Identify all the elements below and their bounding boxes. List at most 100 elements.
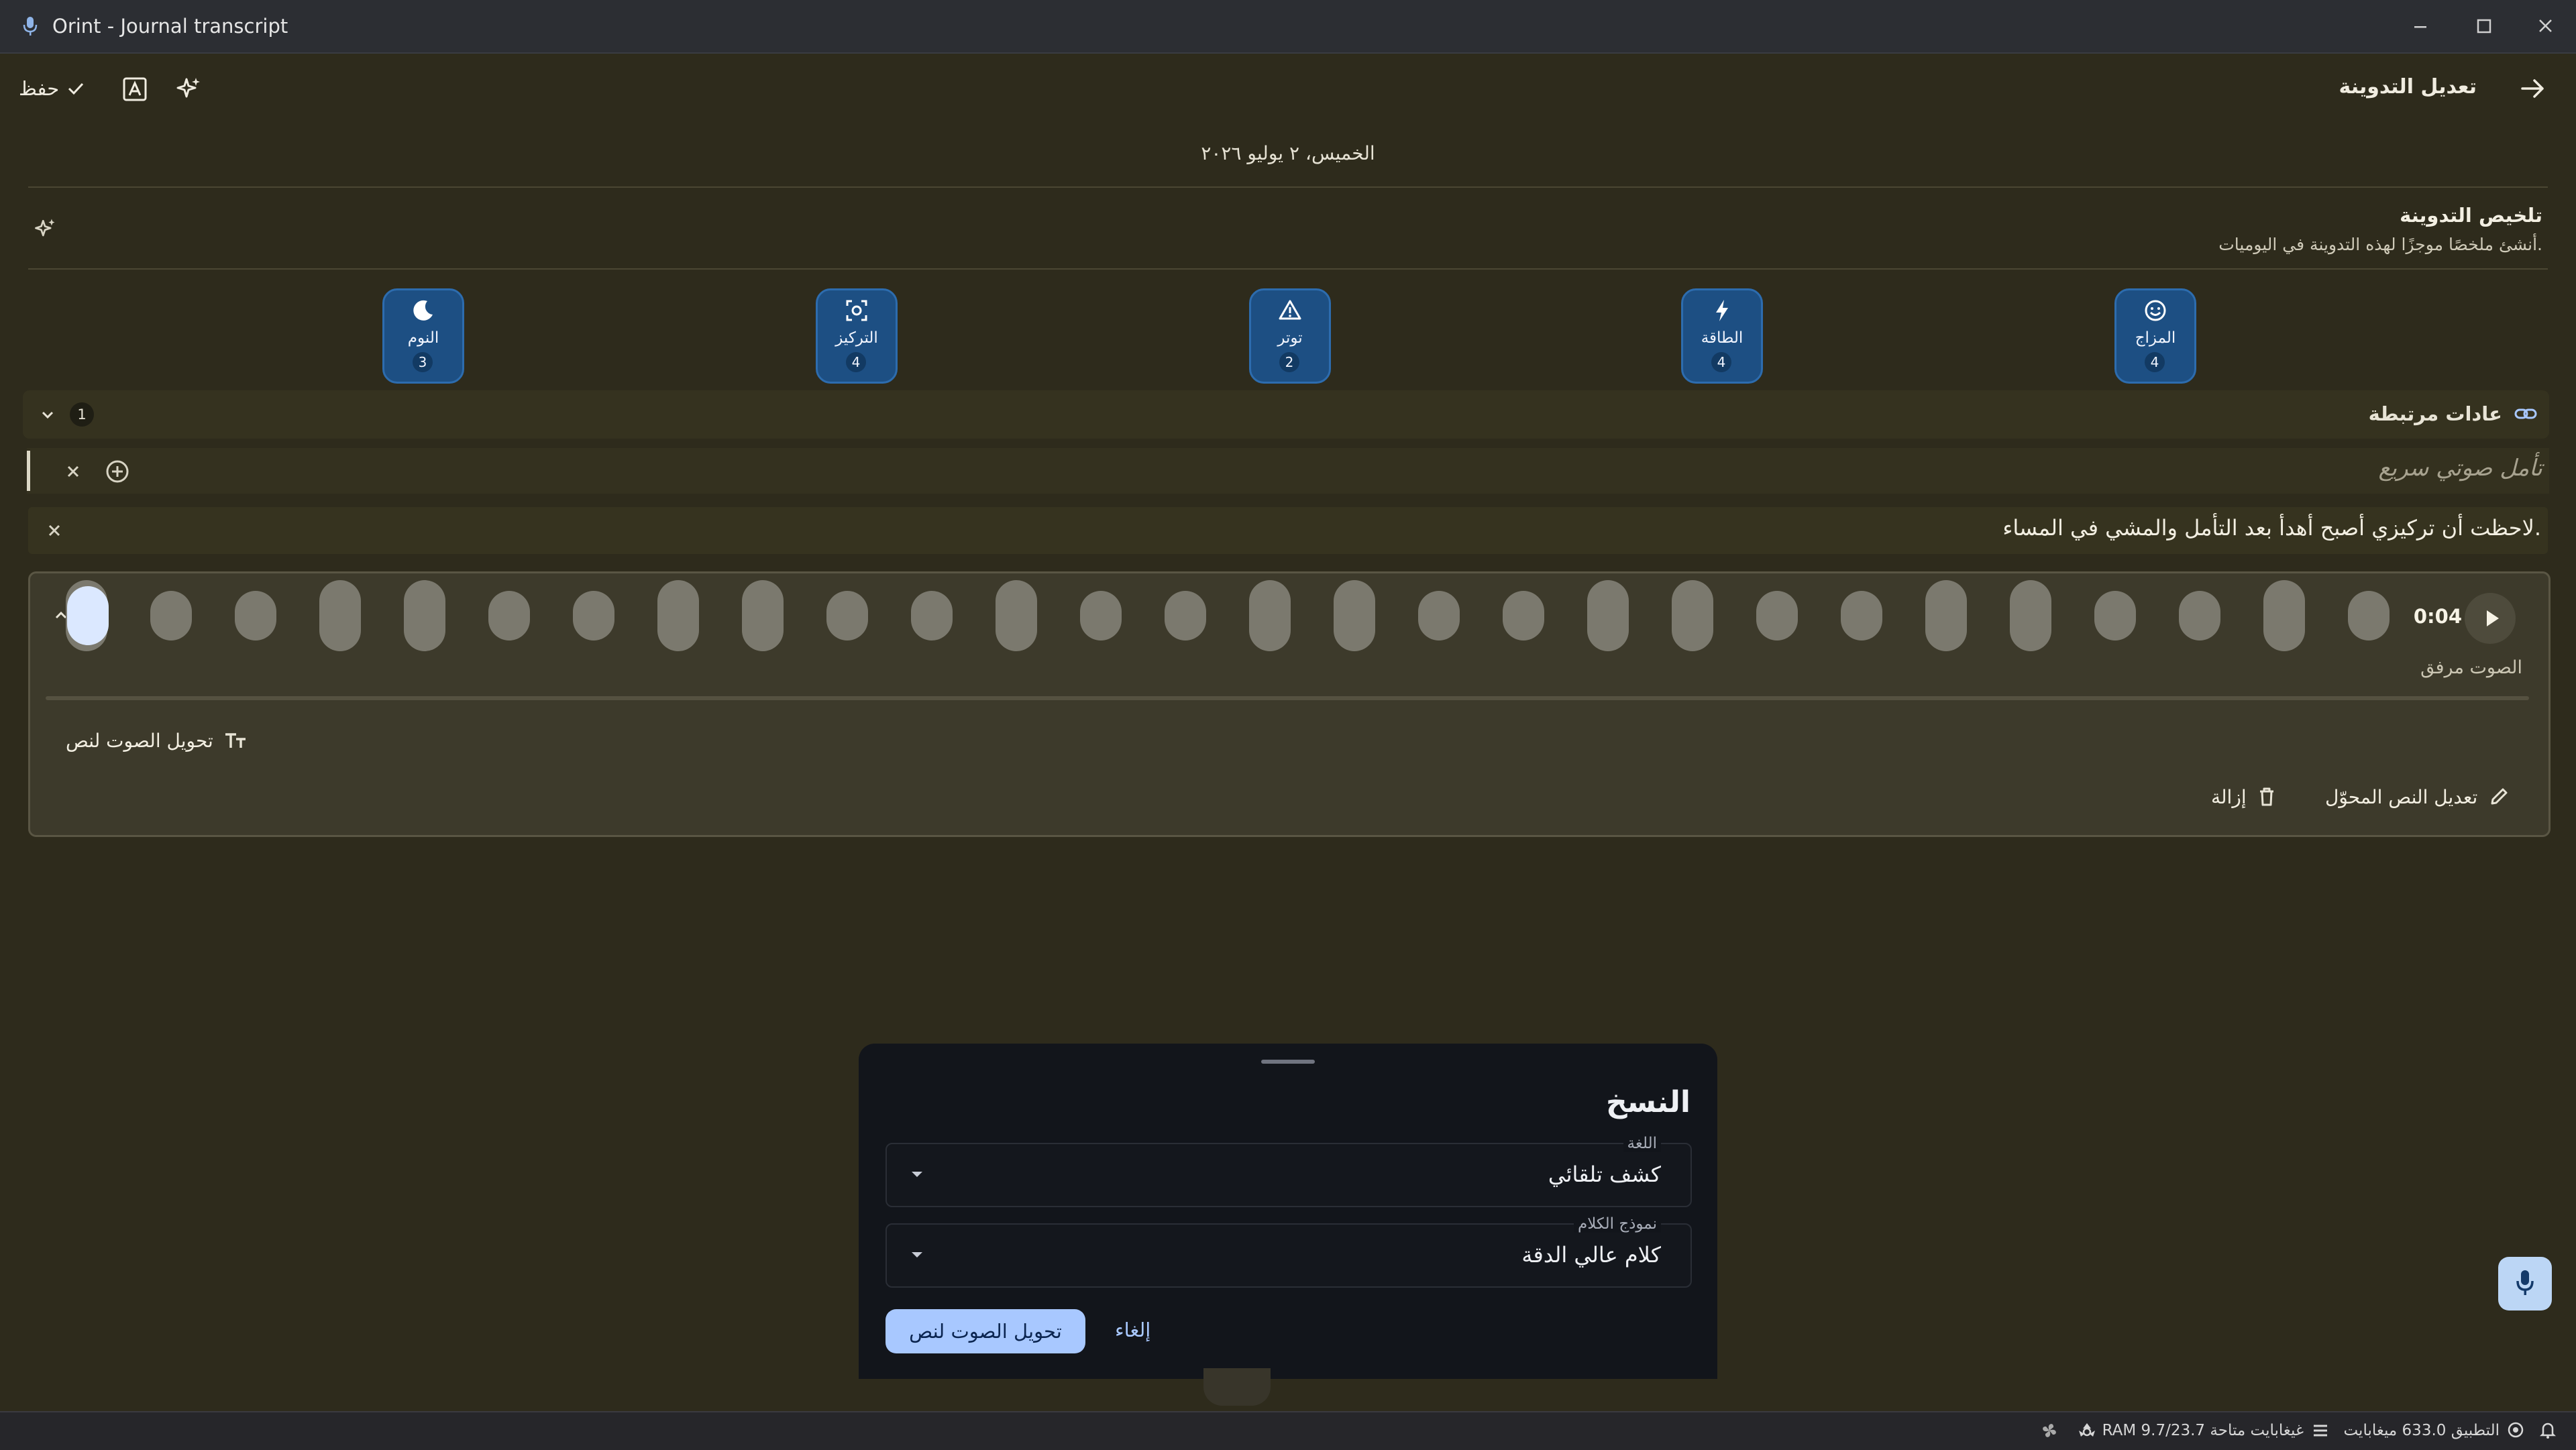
cancel-button[interactable]: إلغاء — [1115, 1319, 1150, 1341]
speech-model-label: نموذج الكلام — [1573, 1215, 1661, 1233]
globe-icon — [2506, 1420, 2525, 1439]
maximize-button[interactable] — [2463, 9, 2504, 43]
warning-icon — [1277, 297, 1303, 324]
remove-audio-label: إزالة — [2211, 785, 2247, 808]
audio-duration: 0:04 — [2413, 605, 2462, 628]
sheet-peek-tab — [1203, 1368, 1271, 1406]
moon-icon — [410, 297, 437, 324]
text-cursor — [27, 451, 30, 491]
language-value: كشف تلقائي — [1548, 1162, 1661, 1187]
close-icon — [62, 460, 85, 483]
metric-energy[interactable]: الطاقة 4 — [1681, 288, 1763, 384]
waveform-bar — [996, 580, 1037, 651]
smile-icon — [2142, 297, 2169, 324]
notification-bell-icon[interactable] — [2538, 1420, 2557, 1439]
linked-habits-panel[interactable] — [23, 390, 2549, 439]
dropdown-arrow-icon — [906, 1164, 928, 1184]
save-button[interactable]: حفظ — [19, 75, 86, 102]
transcribe-audio-link[interactable]: تحويل الصوت لنص — [66, 727, 247, 754]
audio-attached-label: الصوت مرفق — [2420, 657, 2522, 678]
close-window-button[interactable] — [2525, 9, 2565, 43]
waveform-bar — [573, 591, 614, 640]
language-label: اللغة — [1623, 1135, 1661, 1152]
add-reflection-button[interactable] — [105, 459, 130, 484]
waveform-bar — [1418, 591, 1460, 640]
summary-title: تلخيص التدوينة — [2400, 204, 2542, 227]
fan-icon[interactable] — [2039, 1420, 2059, 1441]
text-size-icon — [224, 730, 247, 750]
focus-icon — [843, 297, 870, 324]
metric-label: النوم — [407, 329, 439, 347]
waveform-bar — [235, 591, 276, 640]
speech-model-value: كلام عالي الدقة — [1521, 1242, 1661, 1268]
remove-audio-button[interactable]: إزالة — [2211, 783, 2276, 810]
entry-date: الخميس، ٢ يوليو ٢٠٢٦ — [1201, 142, 1375, 164]
back-button[interactable] — [2520, 75, 2546, 102]
waveform-bar — [1334, 580, 1375, 651]
window-titlebar — [0, 0, 2576, 54]
edit-transcript-label: تعديل النص المحوّل — [2325, 785, 2478, 808]
waveform-bar — [826, 591, 868, 640]
waveform-bar — [1249, 580, 1291, 651]
metric-mood[interactable]: المزاج 4 — [2114, 288, 2196, 384]
pencil-icon — [2488, 786, 2510, 807]
sheet-title: النسخ — [1605, 1085, 1690, 1119]
audio-progress-track[interactable] — [46, 696, 2529, 700]
sparkle-icon — [32, 216, 58, 241]
metric-label: توتر — [1277, 329, 1303, 347]
waveform-bar — [2094, 591, 2136, 640]
recycle-icon[interactable] — [2077, 1420, 2097, 1441]
metric-value: 3 — [413, 352, 433, 372]
clear-reflection-button[interactable] — [62, 460, 85, 483]
generate-summary-button[interactable] — [32, 216, 58, 241]
check-icon — [66, 78, 86, 99]
save-label: حفظ — [19, 77, 60, 100]
waveform-bar — [742, 580, 784, 651]
play-button[interactable] — [2465, 593, 2516, 644]
mic-icon — [23, 16, 38, 36]
metric-stress[interactable]: توتر 2 — [1249, 288, 1331, 384]
waveform-bar — [1841, 591, 1882, 640]
text-format-icon — [122, 76, 148, 102]
waveform-bar — [1587, 580, 1629, 651]
sparkle-icon — [174, 75, 203, 103]
divider — [28, 268, 2548, 270]
waveform-bar — [488, 591, 530, 640]
transcribe-confirm-button[interactable]: تحويل الصوت لنص — [885, 1309, 1085, 1353]
habits-count-badge: 1 — [70, 402, 94, 427]
page-title: تعديل التدوينة — [2339, 75, 2477, 99]
ram-status: RAM 9.7/23.7 غيغابايت متاحة — [2102, 1422, 2304, 1439]
quick-reflection-input[interactable] — [27, 448, 2549, 494]
chevron-down-icon — [38, 405, 58, 425]
bolt-icon — [1709, 297, 1735, 324]
record-voice-button[interactable] — [2498, 1257, 2552, 1310]
ai-assist-button[interactable] — [174, 75, 203, 103]
metric-value: 4 — [2145, 352, 2165, 372]
trash-icon — [2257, 786, 2276, 807]
divider — [28, 186, 2548, 188]
playhead[interactable] — [67, 586, 109, 645]
waveform-bar — [1165, 591, 1206, 640]
waveform-bar — [150, 591, 192, 640]
minimize-button[interactable] — [2400, 9, 2440, 43]
metric-value: 4 — [846, 352, 866, 372]
expand-habits-button[interactable] — [38, 405, 58, 425]
waveform-bar — [1672, 580, 1713, 651]
remove-note-button[interactable] — [43, 519, 66, 542]
summary-subtitle: أنشئ ملخصًا موجزًا لهذه التدوينة في اليو… — [2218, 235, 2542, 254]
metric-sleep[interactable]: النوم 3 — [382, 288, 464, 384]
text-format-button[interactable] — [122, 76, 148, 102]
quick-reflection-placeholder: تأمل صوتي سريع — [2378, 455, 2542, 482]
metric-value: 2 — [1279, 352, 1299, 372]
add-circle-icon — [105, 459, 130, 484]
metric-value: 4 — [1711, 352, 1731, 372]
sheet-drag-handle[interactable] — [1261, 1060, 1315, 1064]
metric-label: المزاج — [2135, 329, 2176, 347]
memory-icon — [2312, 1422, 2329, 1439]
waveform-bar — [2179, 591, 2220, 640]
edit-transcript-button[interactable]: تعديل النص المحوّل — [2325, 783, 2510, 810]
waveform-bar — [2263, 580, 2305, 651]
link-icon — [2514, 404, 2537, 424]
mic-icon — [2516, 1269, 2534, 1297]
metric-focus[interactable]: التركيز 4 — [816, 288, 898, 384]
